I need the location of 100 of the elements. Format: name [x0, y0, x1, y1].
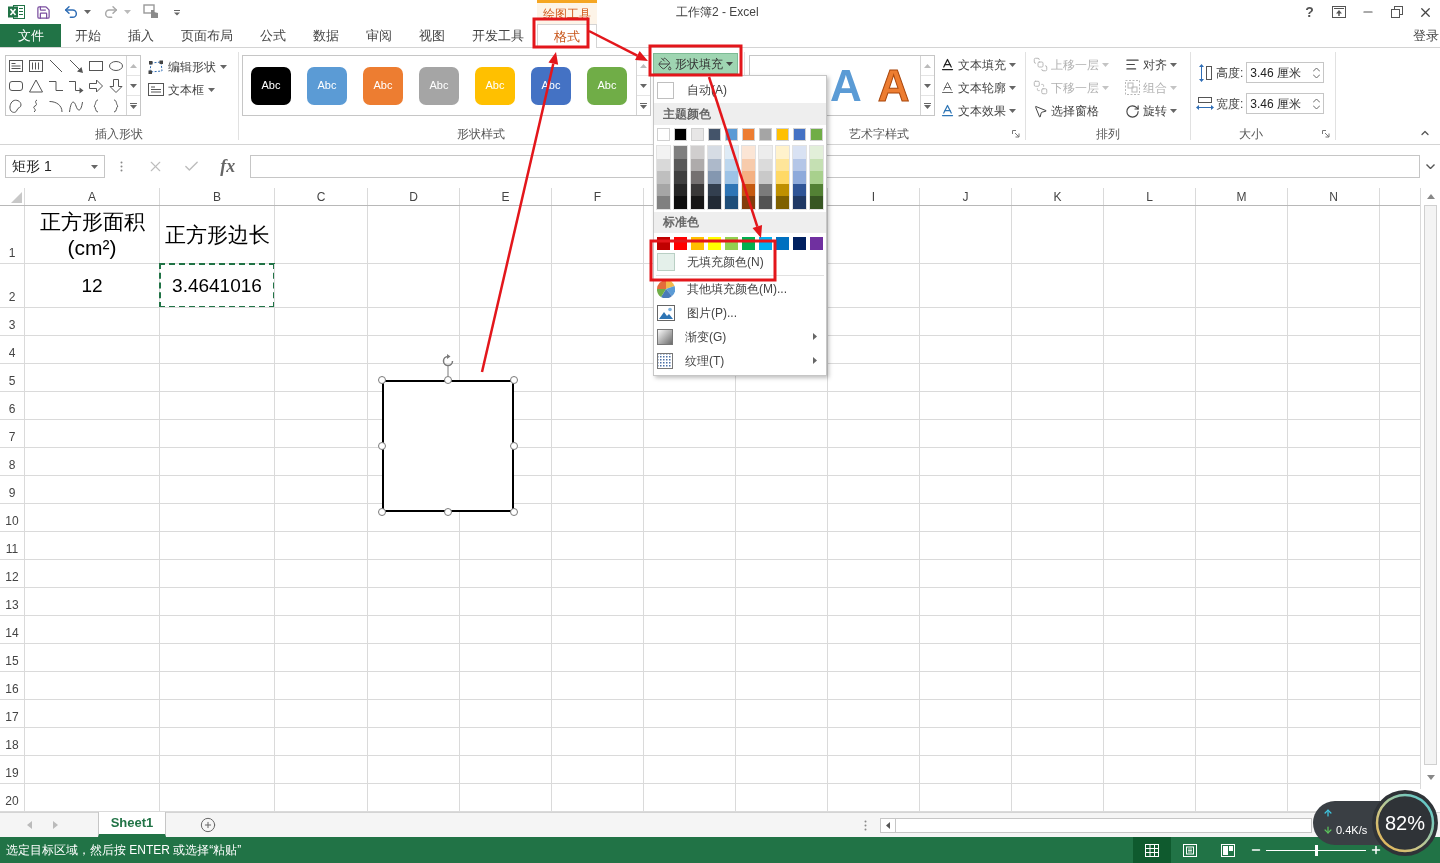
color-swatch[interactable]: [793, 196, 806, 209]
color-swatch[interactable]: [725, 171, 738, 184]
dialog-launcher-icon[interactable]: [1322, 129, 1330, 138]
color-swatch[interactable]: [810, 171, 823, 184]
row-header[interactable]: 17: [0, 700, 24, 727]
column-header[interactable]: L: [1104, 188, 1195, 205]
color-swatch[interactable]: [776, 146, 789, 159]
row-header[interactable]: 10: [0, 504, 24, 531]
color-swatch[interactable]: [776, 171, 789, 184]
size-field[interactable]: 3.46 厘米: [1246, 62, 1325, 83]
more-icon[interactable]: [130, 102, 137, 109]
ribbon-tab[interactable]: 开始: [61, 24, 114, 47]
row-header[interactable]: 3: [0, 308, 24, 335]
ribbon-button[interactable]: 编辑形状: [148, 55, 227, 78]
scroll-down-icon[interactable]: [924, 83, 931, 88]
color-swatch[interactable]: [810, 236, 823, 250]
color-swatch[interactable]: [776, 128, 789, 141]
horizontal-scrollbar[interactable]: [880, 817, 1312, 833]
column-header[interactable]: C: [275, 188, 367, 205]
oval-icon[interactable]: [108, 58, 124, 74]
color-swatch[interactable]: [657, 128, 670, 141]
scroll-down-icon[interactable]: [640, 83, 647, 88]
row-header[interactable]: 6: [0, 392, 24, 419]
scrollbar-thumb[interactable]: [1424, 205, 1437, 765]
color-swatch[interactable]: [674, 128, 687, 141]
more-icon[interactable]: [640, 102, 647, 109]
color-swatch[interactable]: [708, 171, 721, 184]
color-swatch[interactable]: [742, 171, 755, 184]
scroll-left-icon[interactable]: [886, 821, 890, 829]
elbow-arrow-connector-icon[interactable]: [68, 78, 84, 94]
column-header[interactable]: M: [1196, 188, 1287, 205]
zoom-in-icon[interactable]: [1370, 844, 1382, 856]
ribbon-button[interactable]: 选择窗格: [1033, 99, 1109, 123]
expand-icon[interactable]: [1425, 164, 1435, 169]
rounded-rectangle-icon[interactable]: [8, 78, 24, 94]
color-swatch[interactable]: [742, 146, 755, 159]
ribbon-tab[interactable]: 插入: [114, 24, 167, 47]
color-swatch[interactable]: [674, 146, 687, 159]
undo-button[interactable]: [63, 4, 91, 20]
row-header[interactable]: 18: [0, 728, 24, 755]
ribbon-tab[interactable]: 视图: [405, 24, 458, 47]
color-swatch[interactable]: [810, 146, 823, 159]
redo-button[interactable]: [103, 4, 131, 20]
column-header[interactable]: B: [160, 188, 274, 205]
row-header[interactable]: 14: [0, 616, 24, 643]
column-header[interactable]: J: [920, 188, 1011, 205]
row-header[interactable]: 13: [0, 588, 24, 615]
ribbon-tab[interactable]: 页面布局: [167, 24, 246, 47]
ribbon-tab[interactable]: 数据: [299, 24, 352, 47]
spinner-icon[interactable]: [1313, 97, 1321, 110]
color-swatch[interactable]: [691, 171, 704, 184]
row-header[interactable]: 5: [0, 364, 24, 391]
line-icon[interactable]: [48, 58, 64, 74]
row-header[interactable]: 8: [0, 448, 24, 475]
slider-thumb[interactable]: [1314, 844, 1318, 856]
arc-icon[interactable]: [48, 98, 64, 114]
ribbon-button[interactable]: 文本效果: [940, 99, 1016, 122]
ribbon-button[interactable]: 旋转: [1125, 99, 1177, 123]
color-swatch[interactable]: [810, 128, 823, 141]
color-swatch[interactable]: [657, 196, 670, 209]
triangle-icon[interactable]: [28, 78, 44, 94]
color-swatch[interactable]: [708, 196, 721, 209]
column-header[interactable]: K: [1012, 188, 1103, 205]
scroll-down-icon[interactable]: [130, 83, 137, 88]
row-header[interactable]: 4: [0, 336, 24, 363]
color-swatch[interactable]: [708, 146, 721, 159]
row-header[interactable]: 16: [0, 672, 24, 699]
color-swatch[interactable]: [793, 128, 806, 141]
spinner-icon[interactable]: [1313, 66, 1321, 79]
ribbon-button[interactable]: 文本填充: [940, 53, 1016, 76]
freeform-icon[interactable]: [8, 98, 24, 114]
row-header[interactable]: 12: [0, 560, 24, 587]
block-right-arrow-icon[interactable]: [88, 78, 104, 94]
color-swatch[interactable]: [759, 128, 772, 141]
color-swatch[interactable]: [674, 196, 687, 209]
restore-icon[interactable]: [1390, 6, 1403, 18]
color-swatch[interactable]: [759, 196, 772, 209]
resize-handle[interactable]: [444, 508, 452, 516]
resize-handle[interactable]: [378, 442, 386, 450]
column-header[interactable]: D: [368, 188, 459, 205]
color-swatch[interactable]: [725, 196, 738, 209]
rectangle-shape[interactable]: [382, 380, 514, 512]
menu-item[interactable]: 渐变(G): [654, 324, 826, 349]
menu-item[interactable]: 其他填充颜色(M)...: [654, 276, 826, 301]
color-swatch[interactable]: [793, 146, 806, 159]
elbow-connector-icon[interactable]: [48, 78, 64, 94]
resize-handle[interactable]: [510, 376, 518, 384]
view-button[interactable]: [1133, 837, 1171, 863]
scroll-down-icon[interactable]: [1426, 774, 1435, 780]
ribbon-button[interactable]: 对齐: [1125, 53, 1177, 76]
dialog-launcher-icon[interactable]: [1012, 129, 1020, 138]
file-tab[interactable]: 文件: [0, 24, 61, 47]
color-swatch[interactable]: [691, 146, 704, 159]
touch-mode-icon[interactable]: [143, 4, 160, 20]
row-header[interactable]: 7: [0, 420, 24, 447]
resize-handle[interactable]: [378, 508, 386, 516]
sign-in-link[interactable]: 登录: [1413, 24, 1440, 47]
more-icon[interactable]: [924, 102, 931, 109]
row-header[interactable]: 20: [0, 784, 24, 811]
block-down-arrow-icon[interactable]: [108, 78, 124, 94]
